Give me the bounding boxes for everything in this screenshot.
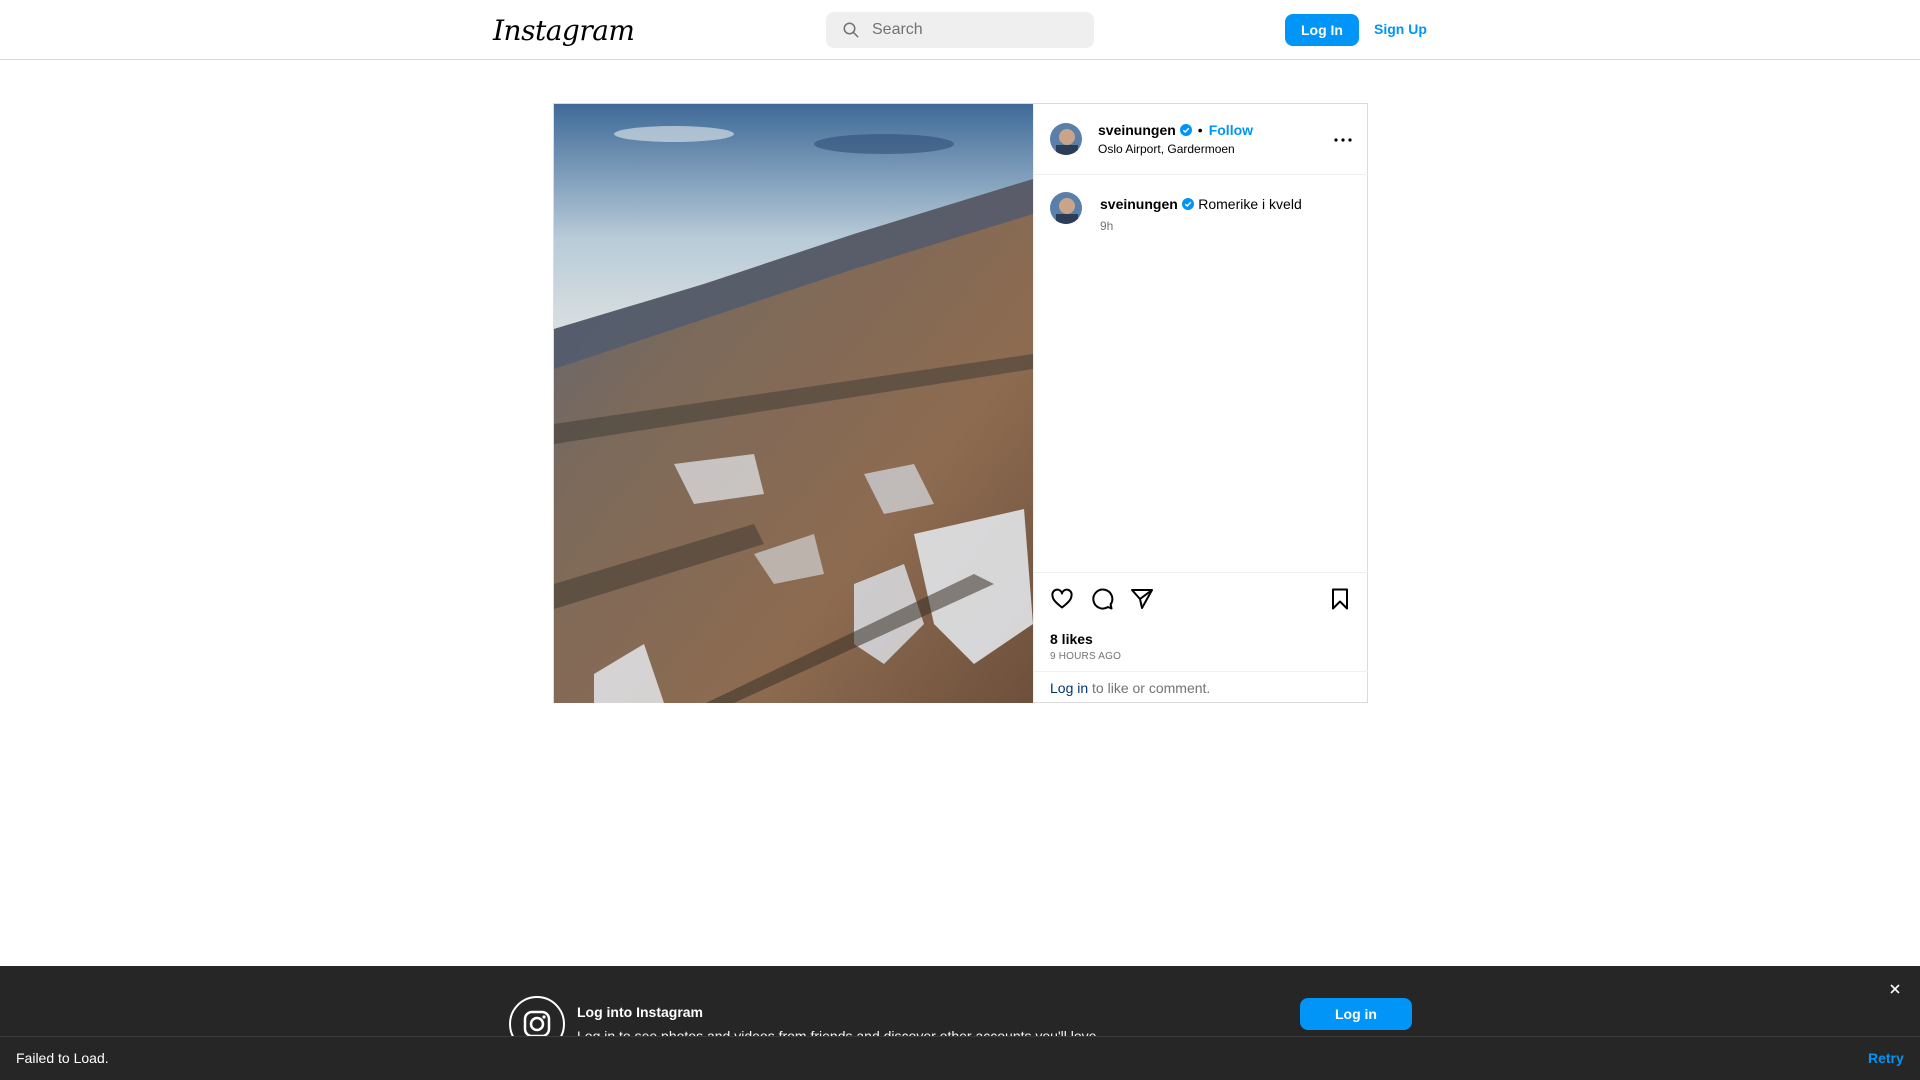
search-icon <box>843 22 859 38</box>
error-message: Failed to Load. <box>16 1050 109 1066</box>
post-actions: 8 likes 9 HOURS AGO Log in to like or co… <box>1034 572 1368 704</box>
post-image[interactable] <box>554 104 1033 703</box>
login-banner: Log into Instagram Log in to see photos … <box>0 966 1920 1036</box>
login-to-comment: Log in to like or comment. <box>1034 671 1368 704</box>
search-box[interactable] <box>826 12 1094 48</box>
avatar-image <box>1050 123 1082 155</box>
caption-time[interactable]: 9h <box>1100 219 1113 233</box>
top-nav: Instagram Log In Sign Up <box>0 0 1920 60</box>
save-bookmark-icon[interactable] <box>1328 587 1352 611</box>
close-icon[interactable] <box>1888 982 1902 996</box>
follow-button[interactable]: Follow <box>1209 122 1253 138</box>
post-location[interactable]: Oslo Airport, Gardermoen <box>1098 142 1235 156</box>
author-username[interactable]: sveinungen <box>1098 122 1176 138</box>
post-card: sveinungen • Follow Oslo Airport, Gardermo… <box>553 103 1368 703</box>
verified-badge-icon <box>1179 124 1192 136</box>
post-sidebar: sveinungen • Follow Oslo Airport, Gardermo… <box>1033 104 1368 704</box>
load-error-bar: Failed to Load. Retry <box>0 1036 1920 1080</box>
signup-link[interactable]: Sign Up <box>1374 21 1427 37</box>
caption-text: Romerike i kveld <box>1198 196 1302 212</box>
separator-dot: • <box>1197 122 1203 138</box>
post-header: sveinungen • Follow Oslo Airport, Gardermo… <box>1034 104 1368 175</box>
avatar-image <box>1050 192 1082 224</box>
comment-icon[interactable] <box>1090 587 1114 611</box>
banner-subtitle: Log in to see photos and videos from fri… <box>577 1028 1101 1036</box>
likes-count[interactable]: 8 likes <box>1050 631 1093 647</box>
login-link[interactable]: Log in <box>1050 680 1088 696</box>
instagram-icon <box>509 996 565 1036</box>
caption-username[interactable]: sveinungen <box>1100 196 1178 212</box>
search-input[interactable] <box>872 21 1072 39</box>
instagram-logo[interactable]: Instagram <box>493 14 635 47</box>
more-options-icon[interactable] <box>1331 128 1355 152</box>
like-heart-icon[interactable] <box>1050 587 1074 611</box>
share-icon[interactable] <box>1130 587 1154 611</box>
banner-login-button[interactable]: Log in <box>1300 998 1412 1030</box>
retry-button[interactable]: Retry <box>1868 1050 1904 1066</box>
verified-badge-icon <box>1181 198 1194 210</box>
post-timestamp[interactable]: 9 HOURS AGO <box>1050 651 1121 662</box>
aerial-landscape-photo <box>554 104 1033 703</box>
caption-avatar[interactable] <box>1050 192 1082 224</box>
banner-title: Log into Instagram <box>577 1004 703 1020</box>
login-button[interactable]: Log In <box>1285 14 1359 46</box>
author-avatar[interactable] <box>1050 123 1082 155</box>
login-prompt-text: to like or comment. <box>1088 680 1211 696</box>
